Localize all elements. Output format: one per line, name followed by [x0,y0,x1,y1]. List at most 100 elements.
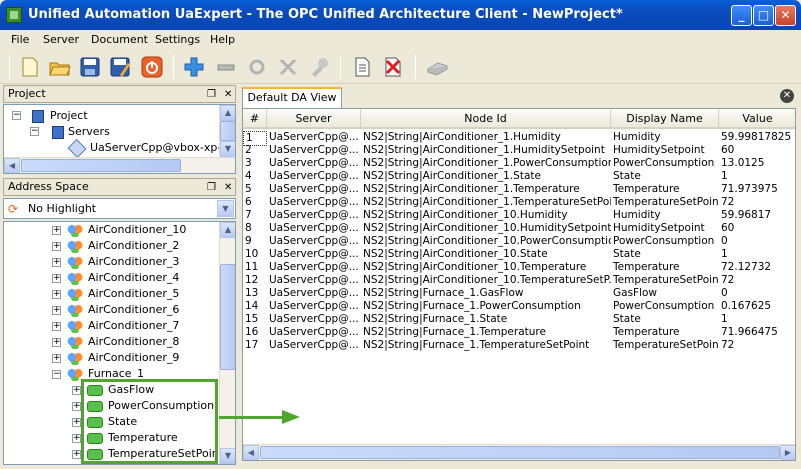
scroll-right-icon[interactable]: ▶ [780,445,795,460]
float-panel-icon[interactable]: ❐ [207,87,216,103]
tree-item-object[interactable]: + AirConditioner_9 [4,350,219,366]
remove-server-icon[interactable] [213,54,239,80]
collapse-icon[interactable]: − [12,111,21,120]
table-row[interactable]: 9 UaServerCpp@... NS2|String|AirConditione… [243,235,795,248]
expand-icon[interactable]: + [52,290,61,299]
scroll-down-icon[interactable]: ▼ [220,141,235,157]
menu-server[interactable]: Server [43,33,79,46]
expand-icon[interactable]: + [52,258,61,267]
tree-item-object[interactable]: + AirConditioner_4 [4,270,219,286]
expand-icon[interactable]: + [72,418,81,427]
cell-index: 14 [245,300,259,312]
properties-icon[interactable] [306,54,332,80]
chevron-down-icon[interactable]: ▼ [217,200,234,217]
vertical-scrollbar[interactable]: ▲ ▼ [219,105,235,157]
table-row[interactable]: 12 UaServerCpp@... NS2|String|AirCondition… [243,274,795,287]
scroll-up-icon[interactable]: ▲ [220,105,235,121]
tree-item-object[interactable]: + AirConditioner_10 [4,222,219,238]
expand-icon[interactable]: + [72,434,81,443]
cell-index: 15 [245,313,259,325]
vertical-scrollbar[interactable]: ▲ ▼ [219,222,235,464]
tree-item-object[interactable]: + AirConditioner_5 [4,286,219,302]
menu-settings[interactable]: Settings [155,33,200,46]
table-row[interactable]: 4 UaServerCpp@... NS2|String|AirConditione… [243,170,795,183]
cell-node-id: NS2|String|Furnace_1.Temperature [363,326,546,338]
expand-icon[interactable]: + [52,322,61,331]
minimize-button[interactable]: _ [731,5,752,26]
float-panel-icon[interactable]: ❐ [207,180,216,196]
table-row[interactable]: 3 UaServerCpp@... NS2|String|AirConditione… [243,157,795,170]
table-row[interactable]: 5 UaServerCpp@... NS2|String|AirConditione… [243,183,795,196]
scroll-thumb[interactable] [220,121,235,141]
new-project-icon[interactable] [17,54,43,80]
disconnect-icon[interactable] [275,54,301,80]
tree-item-project[interactable]: − Project [10,108,210,124]
tree-item-server[interactable]: UaServerCpp@vbox-xp-sp [10,138,235,159]
save-icon[interactable] [77,54,103,80]
save-as-icon[interactable] [107,54,133,80]
add-server-icon[interactable] [181,54,207,80]
tab-default-da-view[interactable]: Default DA View [242,87,342,108]
close-view-icon[interactable]: ✕ [780,89,794,103]
scroll-thumb[interactable] [21,159,181,172]
table-row[interactable]: 11 UaServerCpp@... NS2|String|AirCondition… [243,261,795,274]
collapse-icon[interactable]: − [52,370,61,379]
tree-item-object[interactable]: + AirConditioner_8 [4,334,219,350]
column-header-node-id[interactable]: Node Id [361,109,611,129]
table-row[interactable]: 1 UaServerCpp@... NS2|String|AirConditione… [243,131,795,146]
scroll-left-icon[interactable]: ◀ [4,158,20,173]
table-row[interactable]: 14 UaServerCpp@... NS2|String|Furnace_1.Po… [243,300,795,313]
table-row[interactable]: 2 UaServerCpp@... NS2|String|AirConditione… [243,144,795,157]
tree-item-object[interactable]: + AirConditioner_2 [4,238,219,254]
table-row[interactable]: 16 UaServerCpp@... NS2|String|Furnace_1.Te… [243,326,795,339]
expand-icon[interactable]: + [72,386,81,395]
scroll-thumb[interactable] [260,446,780,459]
menu-help[interactable]: Help [210,33,235,46]
expand-icon[interactable]: + [52,274,61,283]
table-row[interactable]: 17 UaServerCpp@... NS2|String|Furnace_1.Te… [243,339,795,352]
connect-icon[interactable] [244,54,270,80]
refresh-icon[interactable]: ⟳ [8,202,18,216]
menu-file[interactable]: File [11,33,29,46]
expand-icon[interactable]: + [52,242,61,251]
expand-icon[interactable]: + [72,402,81,411]
tree-item-object[interactable]: + AirConditioner_3 [4,254,219,270]
menu-document[interactable]: Document [91,33,148,46]
highlight-select[interactable]: ⟳ No Highlight ▼ [3,198,236,219]
tree-item-object[interactable]: + AirConditioner_6 [4,302,219,318]
column-header-server[interactable]: Server [267,109,361,129]
expand-icon[interactable]: + [52,354,61,363]
maximize-button[interactable]: □ [753,5,774,26]
table-row[interactable]: 6 UaServerCpp@... NS2|String|AirConditione… [243,196,795,209]
scroll-left-icon[interactable]: ◀ [243,445,259,460]
scroll-up-icon[interactable]: ▲ [220,222,235,238]
tree-item-object[interactable]: + AirConditioner_7 [4,318,219,334]
column-header-display-name[interactable]: Display Name [611,109,719,129]
table-row[interactable]: 8 UaServerCpp@... NS2|String|AirConditione… [243,222,795,235]
close-panel-icon[interactable]: ✕ [224,180,232,196]
open-project-icon[interactable] [47,54,73,80]
collapse-icon[interactable]: − [30,127,39,136]
expand-icon[interactable]: + [52,226,61,235]
table-row[interactable]: 7 UaServerCpp@... NS2|String|AirConditione… [243,209,795,222]
cell-display-name: PowerConsumption [613,157,715,169]
column-header-index[interactable]: # [243,109,267,129]
table-row[interactable]: 15 UaServerCpp@... NS2|String|Furnace_1.St… [243,313,795,326]
scroll-thumb[interactable] [220,264,235,370]
close-button[interactable]: ✕ [775,5,796,26]
expand-icon[interactable]: + [52,306,61,315]
tree-item-servers[interactable]: − Servers [10,124,210,140]
horizontal-scrollbar[interactable]: ◀ [4,157,235,173]
close-document-icon[interactable] [380,54,406,80]
scroll-down-icon[interactable]: ▼ [220,448,235,464]
document-icon[interactable] [349,54,375,80]
close-panel-icon[interactable]: ✕ [224,87,232,103]
exit-icon[interactable] [139,54,165,80]
table-row[interactable]: 13 UaServerCpp@... NS2|String|Furnace_1.Ga… [243,287,795,300]
eraser-icon[interactable] [424,54,450,80]
column-header-value[interactable]: Value [719,109,795,129]
expand-icon[interactable]: + [52,338,61,347]
horizontal-scrollbar[interactable]: ◀ ▶ [243,444,795,460]
table-row[interactable]: 10 UaServerCpp@... NS2|String|AirCondition… [243,248,795,261]
expand-icon[interactable]: + [72,450,81,459]
